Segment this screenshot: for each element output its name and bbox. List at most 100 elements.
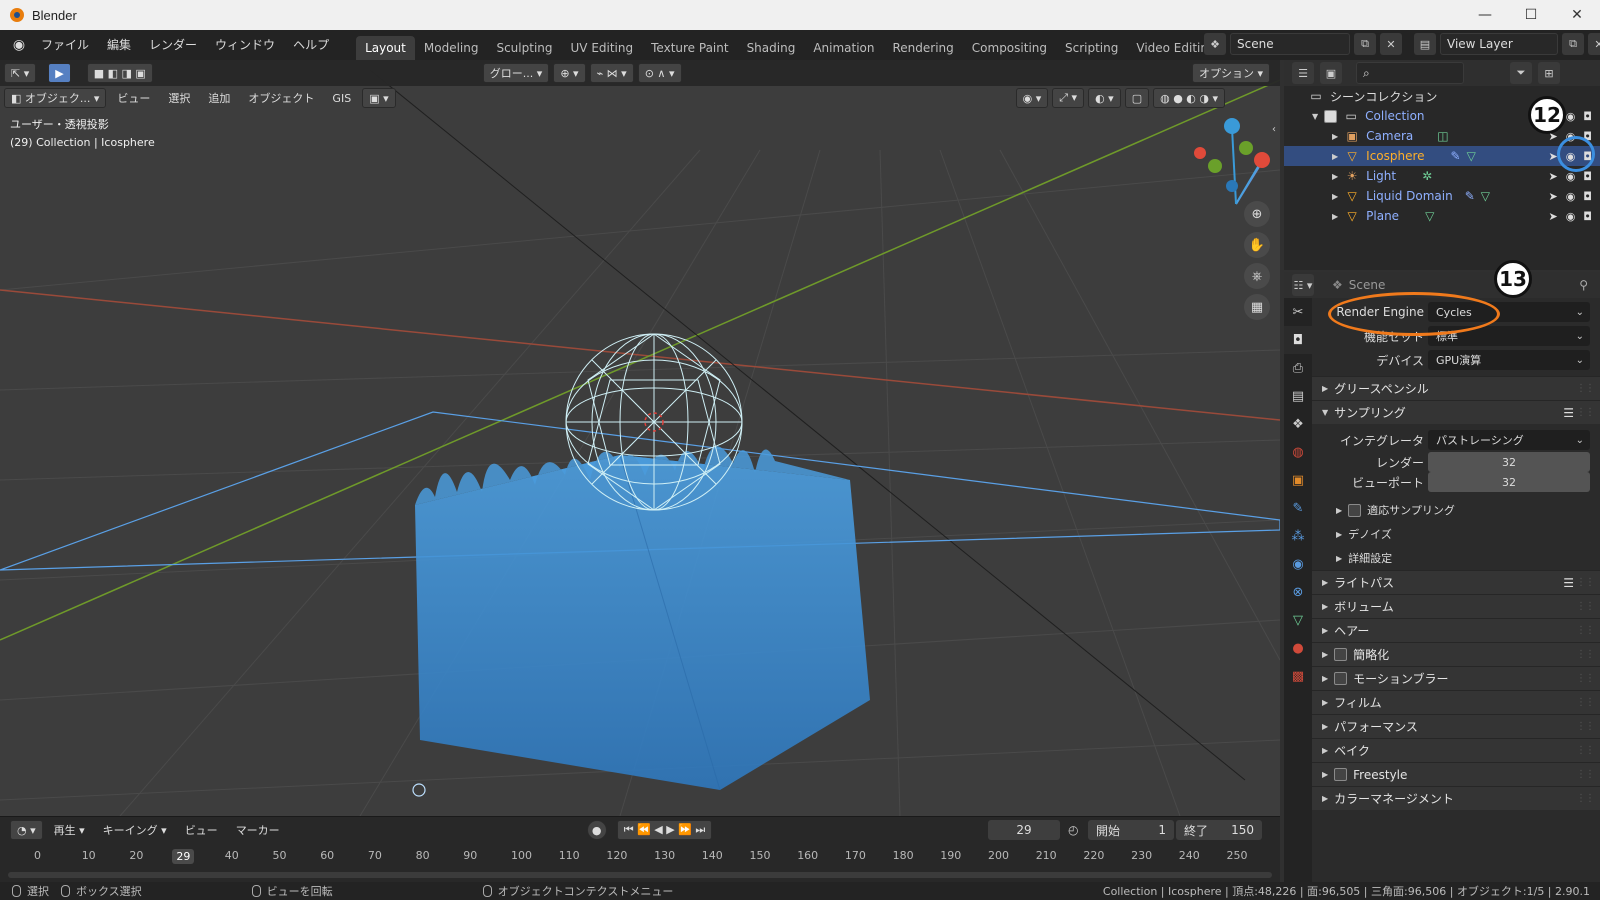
3d-viewport[interactable]: ⇱ ▾ ▶ ■ ◧ ◨ ▣ グロー... ▾ ⊕ ▾ ⌁ ⋈ ▾ ⊙ ∧ ▾ オ… bbox=[0, 60, 1280, 816]
menu-window[interactable]: ウィンドウ bbox=[206, 33, 284, 57]
tab-uv-editing[interactable]: UV Editing bbox=[562, 36, 643, 60]
collection-checkbox[interactable] bbox=[1324, 109, 1338, 123]
panel-sampling[interactable]: ▼ サンプリング ☰ ⋮⋮ bbox=[1312, 400, 1600, 424]
expand-icon[interactable]: ▶ bbox=[1332, 152, 1338, 161]
panel-freestyle[interactable]: ▶ Freestyle ⋮⋮ bbox=[1312, 762, 1600, 786]
modifier-tab-icon[interactable]: ✎ bbox=[1284, 494, 1312, 522]
integrator-dropdown[interactable]: パストレーシング ⌄ bbox=[1428, 430, 1590, 450]
presets-list-icon[interactable]: ☰ bbox=[1563, 576, 1574, 590]
pin-icon[interactable]: ⚲ bbox=[1579, 278, 1588, 292]
frame-ruler[interactable]: 0 10 20 29 40 50 60 70 80 90 100 110 120 130 140 150 160… bbox=[0, 847, 1280, 869]
view-layer-delete-icon[interactable]: ✕ bbox=[1588, 33, 1600, 55]
overlay-icon[interactable]: ◐ ▾ bbox=[1088, 88, 1121, 108]
select-arrow-icon[interactable]: ➤ bbox=[1548, 170, 1557, 183]
tab-animation[interactable]: Animation bbox=[804, 36, 883, 60]
render-tab-icon[interactable]: ◘ bbox=[1284, 326, 1312, 354]
expand-icon[interactable]: ▶ bbox=[1332, 192, 1338, 201]
drag-handle-icon[interactable]: ⋮⋮ bbox=[1576, 697, 1595, 708]
preview-range-icon[interactable]: ◴ bbox=[1068, 823, 1078, 837]
expand-icon[interactable]: ▶ bbox=[1332, 212, 1338, 221]
menu-add[interactable]: 追加 bbox=[201, 88, 237, 108]
object-tab-icon[interactable]: ▣ bbox=[1284, 466, 1312, 494]
motion-blur-checkbox[interactable] bbox=[1334, 672, 1348, 685]
pan-hand-icon[interactable]: ✋ bbox=[1244, 232, 1270, 258]
marker-menu[interactable]: マーカー bbox=[229, 820, 287, 840]
tab-texture-paint[interactable]: Texture Paint bbox=[642, 36, 737, 60]
render-camera-icon[interactable]: ◘ bbox=[1583, 190, 1592, 203]
gis-icon[interactable]: ▣ ▾ bbox=[362, 88, 396, 108]
subpanel-denoise[interactable]: ▶ デノイズ bbox=[1312, 522, 1600, 546]
render-camera-icon[interactable]: ◘ bbox=[1583, 210, 1592, 223]
expand-icon[interactable]: ▼ bbox=[1312, 112, 1318, 121]
tab-sculpting[interactable]: Sculpting bbox=[487, 36, 561, 60]
world-tab-icon[interactable]: ◍ bbox=[1284, 438, 1312, 466]
outliner-item-icosphere[interactable]: ▶ ▽ Icosphere ✎ ▽ ➤ ◉ ◘ bbox=[1284, 146, 1600, 166]
drag-handle-icon[interactable]: ⋮⋮ bbox=[1576, 793, 1595, 804]
viewport-samples-field[interactable]: 32 bbox=[1428, 472, 1590, 492]
current-frame-field[interactable]: 29 bbox=[988, 820, 1060, 840]
outliner-search-input[interactable]: ⌕ bbox=[1356, 62, 1464, 84]
start-frame-field[interactable]: 開始 1 bbox=[1088, 820, 1174, 840]
icosphere-wireframe[interactable] bbox=[565, 333, 743, 511]
select-arrow-icon[interactable]: ➤ bbox=[1548, 210, 1557, 223]
visibility-icon[interactable]: ◉ ▾ bbox=[1015, 88, 1049, 108]
menu-file[interactable]: ファイル bbox=[32, 33, 98, 57]
panel-film[interactable]: ▶ フィルム ⋮⋮ bbox=[1312, 690, 1600, 714]
shading-modes-icon[interactable]: ◍ ● ◐ ◑ ▾ bbox=[1153, 88, 1225, 108]
panel-performance[interactable]: ▶ パフォーマンス ⋮⋮ bbox=[1312, 714, 1600, 738]
close-button[interactable]: ✕ bbox=[1554, 0, 1600, 30]
panel-color-management[interactable]: ▶ カラーマネージメント ⋮⋮ bbox=[1312, 786, 1600, 810]
expand-icon[interactable]: ▶ bbox=[1332, 172, 1338, 181]
scene-browse-icon[interactable]: ❖ bbox=[1204, 33, 1226, 55]
panel-motion-blur[interactable]: ▶ モーションブラー ⋮⋮ bbox=[1312, 666, 1600, 690]
simplify-checkbox[interactable] bbox=[1334, 648, 1348, 661]
drag-handle-icon[interactable]: ⋮⋮ bbox=[1576, 721, 1595, 732]
menu-object[interactable]: オブジェクト bbox=[241, 88, 321, 108]
selection-mode-buttons[interactable]: ■ ◧ ◨ ▣ bbox=[86, 63, 153, 83]
options-dropdown[interactable]: オプション ▾ bbox=[1191, 63, 1270, 83]
display-mode-icon[interactable]: ▣ bbox=[1320, 62, 1342, 84]
menu-select[interactable]: 選択 bbox=[161, 88, 197, 108]
scene-field[interactable]: Scene bbox=[1230, 33, 1350, 55]
render-camera-icon[interactable]: ◘ bbox=[1583, 110, 1592, 123]
panel-volumes[interactable]: ▶ ボリューム ⋮⋮ bbox=[1312, 594, 1600, 618]
maximize-button[interactable]: ☐ bbox=[1508, 0, 1554, 30]
drag-handle-icon[interactable]: ⋮⋮ bbox=[1576, 769, 1595, 780]
end-frame-field[interactable]: 終了 150 bbox=[1176, 820, 1262, 840]
drag-handle-icon[interactable]: ⋮⋮ bbox=[1576, 407, 1595, 418]
eye-icon[interactable]: ◉ bbox=[1566, 210, 1576, 223]
device-dropdown[interactable]: GPU演算 ⌄ bbox=[1428, 350, 1590, 370]
view-layer-browse-icon[interactable]: ▤ bbox=[1414, 33, 1436, 55]
properties-editor-type[interactable]: ☷ ▾ bbox=[1292, 274, 1314, 296]
data-tab-icon[interactable]: ▽ bbox=[1284, 606, 1312, 634]
drag-handle-icon[interactable]: ⋮⋮ bbox=[1576, 625, 1595, 636]
scene-new-icon[interactable]: ⧉ bbox=[1354, 33, 1376, 55]
view-layer-field[interactable]: View Layer bbox=[1440, 33, 1558, 55]
playback-menu[interactable]: 再生 ▾ bbox=[47, 820, 92, 840]
outliner-item-liquid-domain[interactable]: ▶ ▽ Liquid Domain ✎ ▽ ➤ ◉ ◘ bbox=[1284, 186, 1600, 206]
expand-icon[interactable]: ▶ bbox=[1332, 132, 1338, 141]
tab-modeling[interactable]: Modeling bbox=[415, 36, 488, 60]
panel-grease-pencil[interactable]: ▶ グリースペンシル ⋮⋮ bbox=[1312, 376, 1600, 400]
filter-icon[interactable]: ⏷ bbox=[1510, 62, 1532, 84]
sidebar-toggle-icon[interactable]: ‹ bbox=[1272, 124, 1276, 135]
timeline-view-menu[interactable]: ビュー bbox=[178, 820, 225, 840]
xray-icon[interactable]: ▢ bbox=[1124, 88, 1150, 108]
pivot-point-icon[interactable]: ⊕ ▾ bbox=[553, 63, 586, 83]
panel-simplify[interactable]: ▶ 簡略化 ⋮⋮ bbox=[1312, 642, 1600, 666]
tab-compositing[interactable]: Compositing bbox=[963, 36, 1056, 60]
particles-tab-icon[interactable]: ⁂ bbox=[1284, 522, 1312, 550]
constraints-tab-icon[interactable]: ⊗ bbox=[1284, 578, 1312, 606]
new-collection-icon[interactable]: ⊞ bbox=[1538, 62, 1560, 84]
view-layer-tab-icon[interactable]: ▤ bbox=[1284, 382, 1312, 410]
outliner-item-plane[interactable]: ▶ ▽ Plane ▽ ➤ ◉ ◘ bbox=[1284, 206, 1600, 226]
drag-handle-icon[interactable]: ⋮⋮ bbox=[1576, 577, 1595, 588]
navigation-gizmo[interactable] bbox=[1194, 118, 1270, 205]
menu-edit[interactable]: 編集 bbox=[98, 33, 140, 57]
eye-icon[interactable]: ◉ bbox=[1566, 190, 1576, 203]
select-tool-button[interactable]: ▶ bbox=[48, 63, 71, 83]
proportional-edit-icon[interactable]: ⊙ ∧ ▾ bbox=[637, 63, 682, 83]
record-button[interactable]: ● bbox=[586, 820, 607, 840]
tab-rendering[interactable]: Rendering bbox=[884, 36, 963, 60]
menu-view[interactable]: ビュー bbox=[110, 88, 157, 108]
